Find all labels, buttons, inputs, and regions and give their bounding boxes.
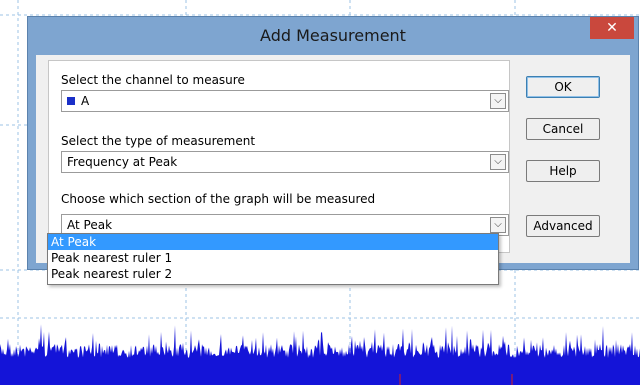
title-bar[interactable]: Add Measurement ✕ bbox=[28, 17, 638, 55]
advanced-button[interactable]: Advanced bbox=[526, 215, 600, 237]
measurement-settings-panel: Select the channel to measure A ⌵ Select… bbox=[48, 60, 510, 253]
help-button[interactable]: Help bbox=[526, 160, 600, 182]
dropdown-option[interactable]: Peak nearest ruler 2 bbox=[48, 266, 498, 282]
section-label: Choose which section of the graph will b… bbox=[61, 192, 376, 206]
channel-label: Select the channel to measure bbox=[61, 73, 245, 87]
channel-value-text: A bbox=[81, 94, 90, 108]
chevron-down-icon[interactable]: ⌵ bbox=[490, 217, 506, 233]
channel-select[interactable]: A ⌵ bbox=[61, 90, 509, 112]
channel-color-swatch bbox=[67, 96, 75, 105]
chevron-down-icon[interactable]: ⌵ bbox=[490, 93, 506, 109]
ok-button[interactable]: OK bbox=[526, 76, 600, 98]
graph-section-value: At Peak bbox=[67, 218, 113, 232]
signal-trace bbox=[0, 324, 640, 385]
dialog-body: Select the channel to measure A ⌵ Select… bbox=[36, 55, 630, 263]
measurement-type-select[interactable]: Frequency at Peak ⌵ bbox=[61, 151, 509, 173]
close-icon: ✕ bbox=[606, 20, 618, 36]
dialog-title: Add Measurement bbox=[260, 26, 406, 45]
graph-section-dropdown-list: At Peak Peak nearest ruler 1 Peak neares… bbox=[47, 233, 499, 285]
cancel-button[interactable]: Cancel bbox=[526, 118, 600, 140]
add-measurement-dialog: Add Measurement ✕ Select the channel to … bbox=[27, 16, 639, 270]
chevron-down-icon[interactable]: ⌵ bbox=[490, 154, 506, 170]
dropdown-option[interactable]: Peak nearest ruler 1 bbox=[48, 250, 498, 266]
measurement-type-value: Frequency at Peak bbox=[67, 155, 178, 169]
type-label: Select the type of measurement bbox=[61, 134, 256, 148]
channel-value: A bbox=[67, 94, 89, 108]
dropdown-option[interactable]: At Peak bbox=[48, 234, 498, 250]
close-button[interactable]: ✕ bbox=[590, 17, 634, 39]
